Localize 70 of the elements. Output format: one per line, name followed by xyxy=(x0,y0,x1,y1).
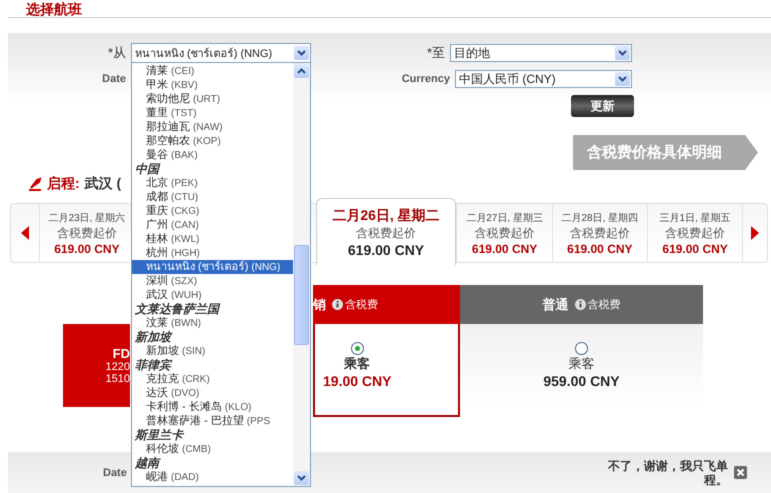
airport-option[interactable]: 新加坡 (SIN) xyxy=(132,344,293,358)
airport-option[interactable]: 成都 (CTU) xyxy=(132,190,293,204)
departure-city: 武汉 ( xyxy=(84,175,122,193)
airport-option[interactable]: 董里 (TST) xyxy=(132,106,293,120)
flight-code: FD xyxy=(112,346,130,361)
departure-label: 启程: xyxy=(47,175,80,193)
group-header: 中国 xyxy=(134,162,162,176)
airport-option[interactable]: 达沃 (DVO) xyxy=(132,386,293,400)
fare-radio[interactable] xyxy=(350,342,364,355)
airport-option[interactable]: 北京 (PEK) xyxy=(132,176,293,190)
field-label: *从 xyxy=(106,44,127,62)
scroll-down-icon[interactable] xyxy=(294,471,309,485)
close-icon[interactable] xyxy=(734,466,747,479)
airport-option[interactable]: 那拉迪瓦 (NAW) xyxy=(132,120,293,134)
airport-option[interactable]: 桂林 (KWL) xyxy=(132,232,293,246)
update-button[interactable]: 更新 xyxy=(571,95,634,117)
origin-select[interactable]: หนานหนิง (ชาร์เตอร์) (NNG) xyxy=(131,43,311,63)
airport-option[interactable]: 普林塞萨港 - 巴拉望 (PPS xyxy=(132,414,293,428)
passenger-label: 乘客 xyxy=(344,355,370,373)
date-tab[interactable]: 二月28日, 星期四 含税费起价 619.00 CNY xyxy=(552,204,647,262)
departure-time: 1220 xyxy=(106,361,130,373)
page-title: 选择航班 xyxy=(26,1,82,17)
field-label: Date xyxy=(103,466,127,478)
date-tab[interactable]: 二月27日, 星期三 含税费起价 619.00 CNY xyxy=(456,204,552,262)
airport-option[interactable]: 重庆 (CKG) xyxy=(132,204,293,218)
arrival-time: 1510 xyxy=(106,373,130,385)
group-header: 文莱达鲁萨兰国 xyxy=(134,302,222,316)
fare-radio[interactable] xyxy=(575,342,588,355)
airport-option[interactable]: 汶莱 (BWN) xyxy=(132,316,293,330)
airport-option[interactable]: 甲米 (KBV) xyxy=(132,78,293,92)
airport-option[interactable]: 杭州 (HGH) xyxy=(132,246,293,260)
airport-option[interactable]: 清莱 (CEI) xyxy=(132,64,293,78)
date-tab[interactable]: 二月26日, 星期二 含税费起价 619.00 CNY xyxy=(316,198,456,265)
currency-select[interactable]: 中国人民币 (CNY) xyxy=(455,70,632,88)
passenger-label: 乘客 xyxy=(568,355,594,373)
group-header: 越南 xyxy=(134,456,162,470)
info-icon[interactable] xyxy=(332,299,343,310)
airport-option[interactable]: 武汉 (WUH) xyxy=(132,288,293,302)
group-header: 菲律宾 xyxy=(134,358,174,372)
field-label: Currency xyxy=(400,73,451,85)
fare-title: 普通 xyxy=(542,296,568,314)
airport-option[interactable]: 曼谷 (BAK) xyxy=(132,148,293,162)
date-tab[interactable]: 三月1日, 星期五 含税费起价 619.00 CNY xyxy=(646,204,742,262)
scroll-up-icon[interactable] xyxy=(294,64,309,78)
destination-select[interactable]: 目的地 xyxy=(450,44,632,62)
group-header: 新加坡 xyxy=(134,330,174,344)
airport-option[interactable]: 深圳 (SZX) xyxy=(132,274,293,288)
airport-option[interactable]: 岘港 (DAD) xyxy=(132,470,293,484)
airport-option[interactable]: 那空帕农 (KOP) xyxy=(132,134,293,148)
right-arrow-icon[interactable] xyxy=(751,226,760,240)
field-label: *至 xyxy=(426,44,446,62)
info-icon[interactable] xyxy=(574,299,586,310)
fare-note: 含税费 xyxy=(345,298,378,312)
airport-option[interactable]: 广州 (CAN) xyxy=(132,218,293,232)
fare-title: 销 xyxy=(313,296,326,314)
airport-option[interactable]: 科伦坡 (CMB) xyxy=(132,442,293,456)
scrollbar[interactable] xyxy=(293,63,310,486)
group-header: 斯里兰卡 xyxy=(134,428,186,442)
airport-option[interactable]: 卡利博 - 长滩岛 (KLO) xyxy=(132,400,293,414)
left-arrow-icon[interactable] xyxy=(20,226,29,240)
airport-option[interactable]: 索叻他尼 (URT) xyxy=(132,92,293,106)
one-way-link[interactable]: 不了，谢谢，我只飞单程。 xyxy=(588,458,728,486)
scroll-thumb[interactable] xyxy=(294,245,309,345)
flight-block[interactable]: FD 1220 1510 xyxy=(63,324,130,407)
airport-option[interactable]: 克拉克 (CRK) xyxy=(132,372,293,386)
airport-option[interactable]: หนานหนิง (ชาร์เตอร์) (NNG) xyxy=(132,260,293,274)
field-label: Date xyxy=(101,73,127,85)
fare-note: 含税费 xyxy=(588,298,620,312)
fare-price: 959.00 CNY xyxy=(543,373,620,389)
fare-price: 19.00 CNY xyxy=(323,373,392,389)
